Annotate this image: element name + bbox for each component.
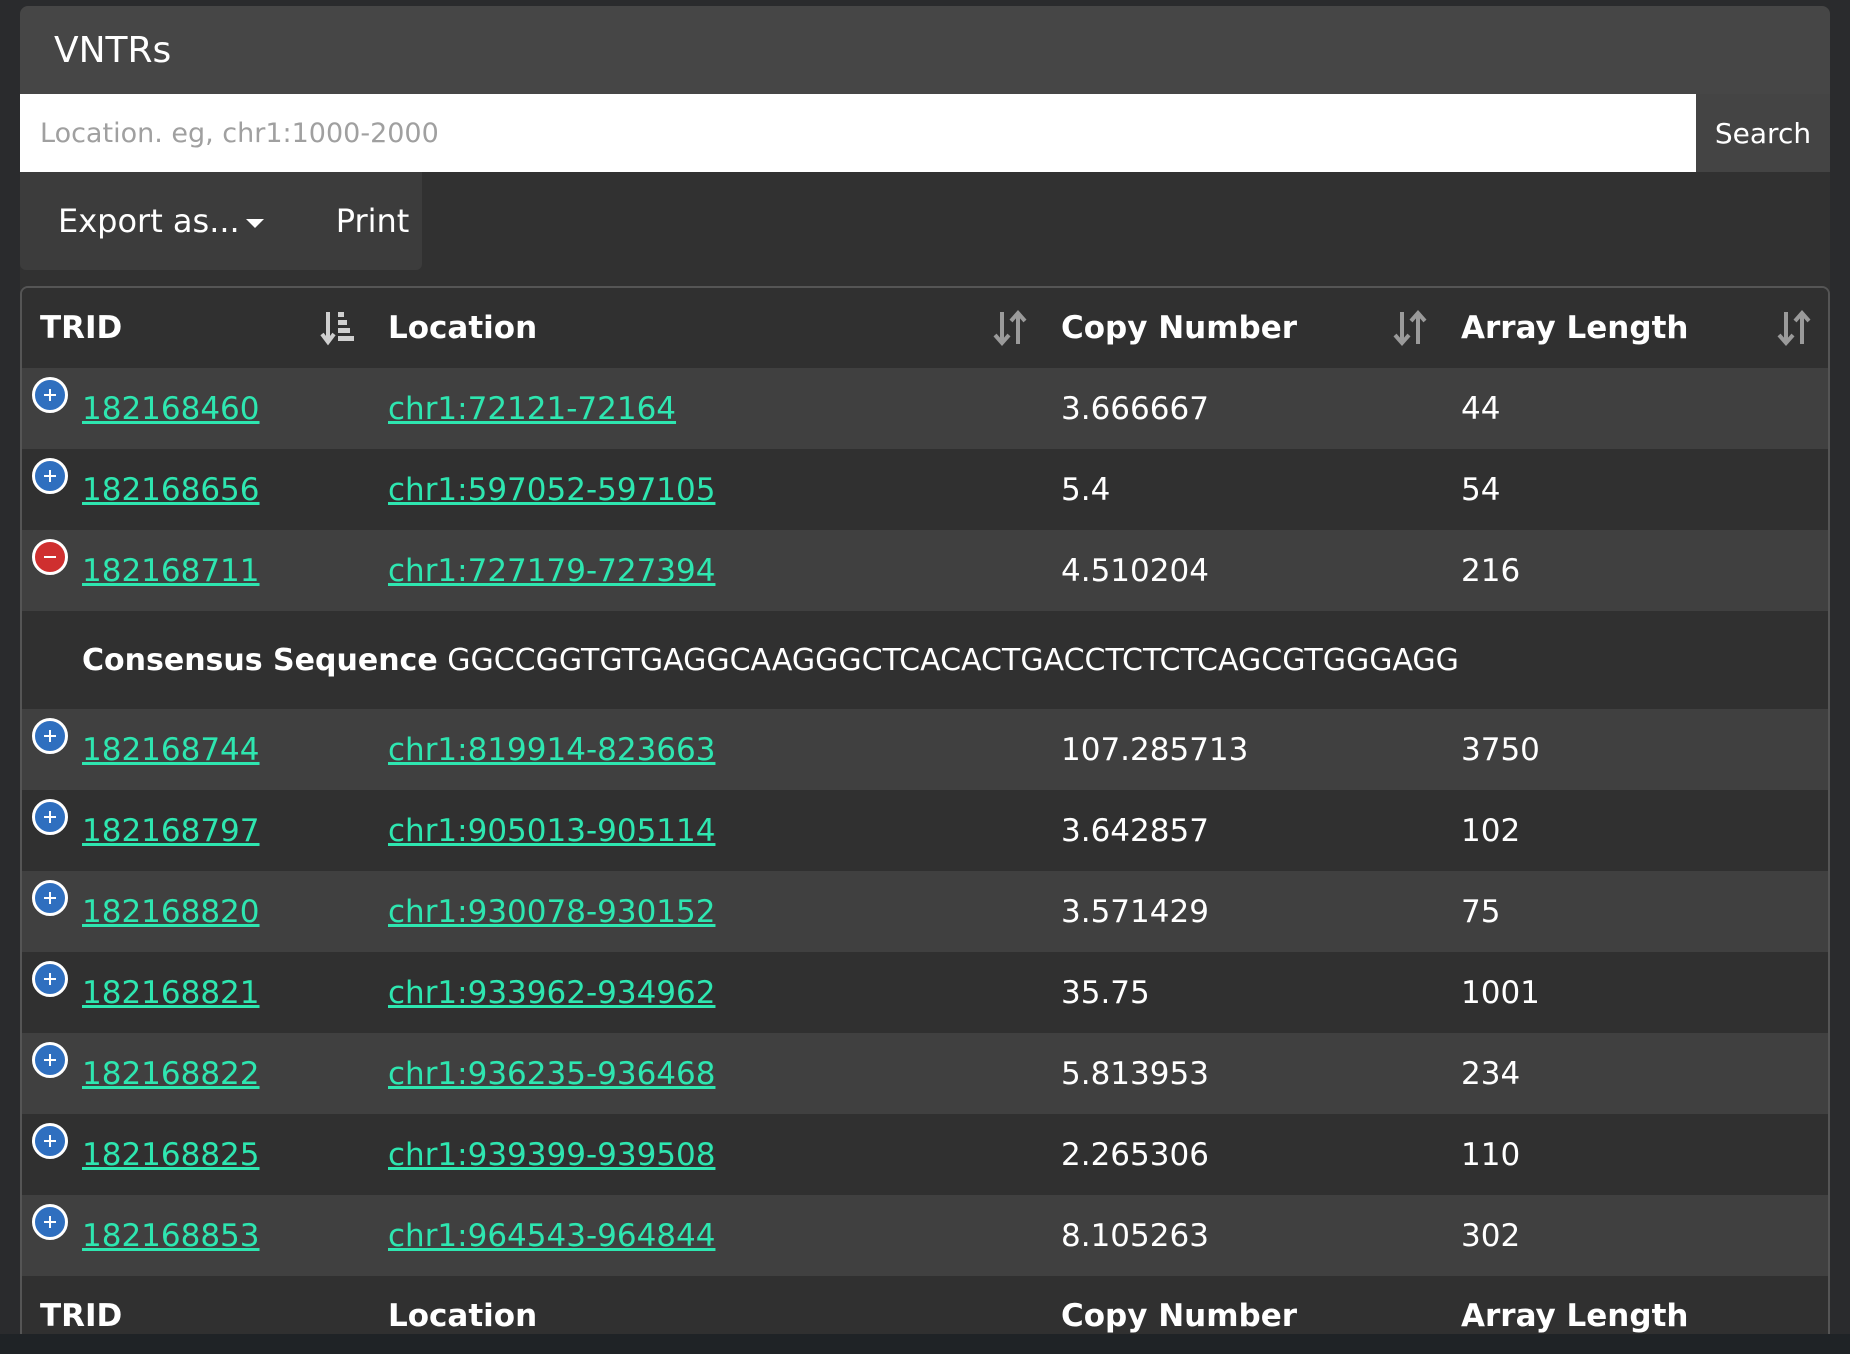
column-header-array-length[interactable]: Array Length (1461, 310, 1688, 346)
array-length-cell: 1001 (1461, 974, 1540, 1011)
expand-row-icon[interactable] (32, 880, 68, 916)
expand-row-icon[interactable] (32, 718, 68, 754)
column-header-trid[interactable]: TRID (40, 310, 122, 346)
location-link[interactable]: chr1:930078-930152 (388, 894, 715, 930)
collapse-row-icon[interactable] (32, 539, 68, 575)
trid-link[interactable]: 182168460 (82, 391, 260, 427)
copy-number-cell: 35.75 (1061, 974, 1150, 1011)
footer-header-trid: TRID (40, 1298, 123, 1334)
location-link[interactable]: chr1:905013-905114 (388, 813, 715, 849)
trid-link[interactable]: 182168853 (82, 1218, 260, 1254)
panel-header: VNTRs (20, 6, 1830, 94)
copy-number-cell: 5.4 (1061, 471, 1111, 508)
array-length-cell: 302 (1461, 1217, 1521, 1254)
expand-row-icon[interactable] (32, 1042, 68, 1078)
location-link[interactable]: chr1:939399-939508 (388, 1137, 715, 1173)
copy-number-cell: 3.642857 (1061, 812, 1209, 849)
location-link[interactable]: chr1:727179-727394 (388, 553, 715, 589)
trid-link[interactable]: 182168656 (82, 472, 260, 508)
location-link[interactable]: chr1:936235-936468 (388, 1056, 715, 1092)
consensus-sequence-value: GGCCGGTGTGAGGCAAGGGCTCACACTGACCTCTCTCAGC… (447, 642, 1459, 678)
row-details: Consensus Sequence GGCCGGTGTGAGGCAAGGGCT… (22, 611, 1828, 709)
expand-row-icon[interactable] (32, 458, 68, 494)
footer-header-array-length: Array Length (1461, 1298, 1689, 1334)
copy-number-cell: 3.666667 (1061, 390, 1209, 427)
search-bar: Search (20, 94, 1830, 172)
array-length-cell: 75 (1461, 893, 1501, 930)
copy-number-cell: 5.813953 (1061, 1055, 1209, 1092)
column-header-location[interactable]: Location (388, 310, 537, 346)
table-row: 182168825 chr1:939399-939508 2.265306 11… (22, 1114, 1828, 1195)
array-length-cell: 102 (1461, 812, 1521, 849)
search-button[interactable]: Search (1696, 94, 1830, 172)
expand-row-icon[interactable] (32, 1123, 68, 1159)
vntr-table: TRID Location Copy Number Array Length 1… (20, 286, 1830, 1354)
expand-row-icon[interactable] (32, 799, 68, 835)
sort-icon[interactable] (1776, 308, 1812, 348)
panel-title: VNTRs (54, 29, 172, 71)
table-row: 182168853 chr1:964543-964844 8.105263 30… (22, 1195, 1828, 1276)
table-row: 182168820 chr1:930078-930152 3.571429 75 (22, 871, 1828, 952)
array-length-cell: 216 (1461, 552, 1521, 589)
array-length-cell: 110 (1461, 1136, 1521, 1173)
expand-row-icon[interactable] (32, 377, 68, 413)
trid-link[interactable]: 182168825 (82, 1137, 260, 1173)
copy-number-cell: 8.105263 (1061, 1217, 1209, 1254)
table-header-row: TRID Location Copy Number Array Length (22, 288, 1828, 368)
table-row: 182168821 chr1:933962-934962 35.75 1001 (22, 952, 1828, 1033)
trid-link[interactable]: 182168744 (82, 732, 260, 768)
location-link[interactable]: chr1:72121-72164 (388, 391, 676, 427)
column-header-copy-number[interactable]: Copy Number (1061, 310, 1297, 346)
sort-descending-icon[interactable] (320, 308, 356, 348)
footer-header-copy-number: Copy Number (1061, 1298, 1298, 1334)
trid-link[interactable]: 182168821 (82, 975, 260, 1011)
export-dropdown-button[interactable]: Export as... (58, 202, 264, 240)
copy-number-cell: 2.265306 (1061, 1136, 1209, 1173)
array-length-cell: 54 (1461, 471, 1501, 508)
array-length-cell: 234 (1461, 1055, 1521, 1092)
location-search-input[interactable] (20, 94, 1696, 172)
table-row: 182168797 chr1:905013-905114 3.642857 10… (22, 790, 1828, 871)
location-link[interactable]: chr1:964543-964844 (388, 1218, 715, 1254)
caret-down-icon (245, 218, 264, 228)
location-link[interactable]: chr1:597052-597105 (388, 472, 715, 508)
copy-number-cell: 107.285713 (1061, 731, 1249, 768)
location-link[interactable]: chr1:933962-934962 (388, 975, 715, 1011)
export-toolbar: Export as... Print (20, 172, 422, 270)
trid-link[interactable]: 182168797 (82, 813, 260, 849)
print-button[interactable]: Print (336, 202, 410, 240)
array-length-cell: 3750 (1461, 731, 1540, 768)
table-row: 182168822 chr1:936235-936468 5.813953 23… (22, 1033, 1828, 1114)
location-link[interactable]: chr1:819914-823663 (388, 732, 715, 768)
table-row: 182168711 chr1:727179-727394 4.510204 21… (22, 530, 1828, 611)
sort-icon[interactable] (1392, 308, 1428, 348)
footer-header-location: Location (388, 1298, 538, 1334)
table-row: 182168744 chr1:819914-823663 107.285713 … (22, 709, 1828, 790)
expand-row-icon[interactable] (32, 961, 68, 997)
consensus-sequence: Consensus Sequence GGCCGGTGTGAGGCAAGGGCT… (82, 643, 1459, 678)
table-row: 182168656 chr1:597052-597105 5.4 54 (22, 449, 1828, 530)
trid-link[interactable]: 182168711 (82, 553, 260, 589)
bottom-bar (0, 1334, 1850, 1354)
vntrs-panel: VNTRs Search Export as... Print TRID Loc… (20, 6, 1830, 1354)
array-length-cell: 44 (1461, 390, 1501, 427)
copy-number-cell: 3.571429 (1061, 893, 1209, 930)
table-row: 182168460 chr1:72121-72164 3.666667 44 (22, 368, 1828, 449)
expand-row-icon[interactable] (32, 1204, 68, 1240)
trid-link[interactable]: 182168822 (82, 1056, 260, 1092)
consensus-sequence-label: Consensus Sequence (82, 642, 438, 678)
sort-icon[interactable] (992, 308, 1028, 348)
export-label: Export as... (58, 202, 240, 240)
trid-link[interactable]: 182168820 (82, 894, 260, 930)
copy-number-cell: 4.510204 (1061, 552, 1209, 589)
